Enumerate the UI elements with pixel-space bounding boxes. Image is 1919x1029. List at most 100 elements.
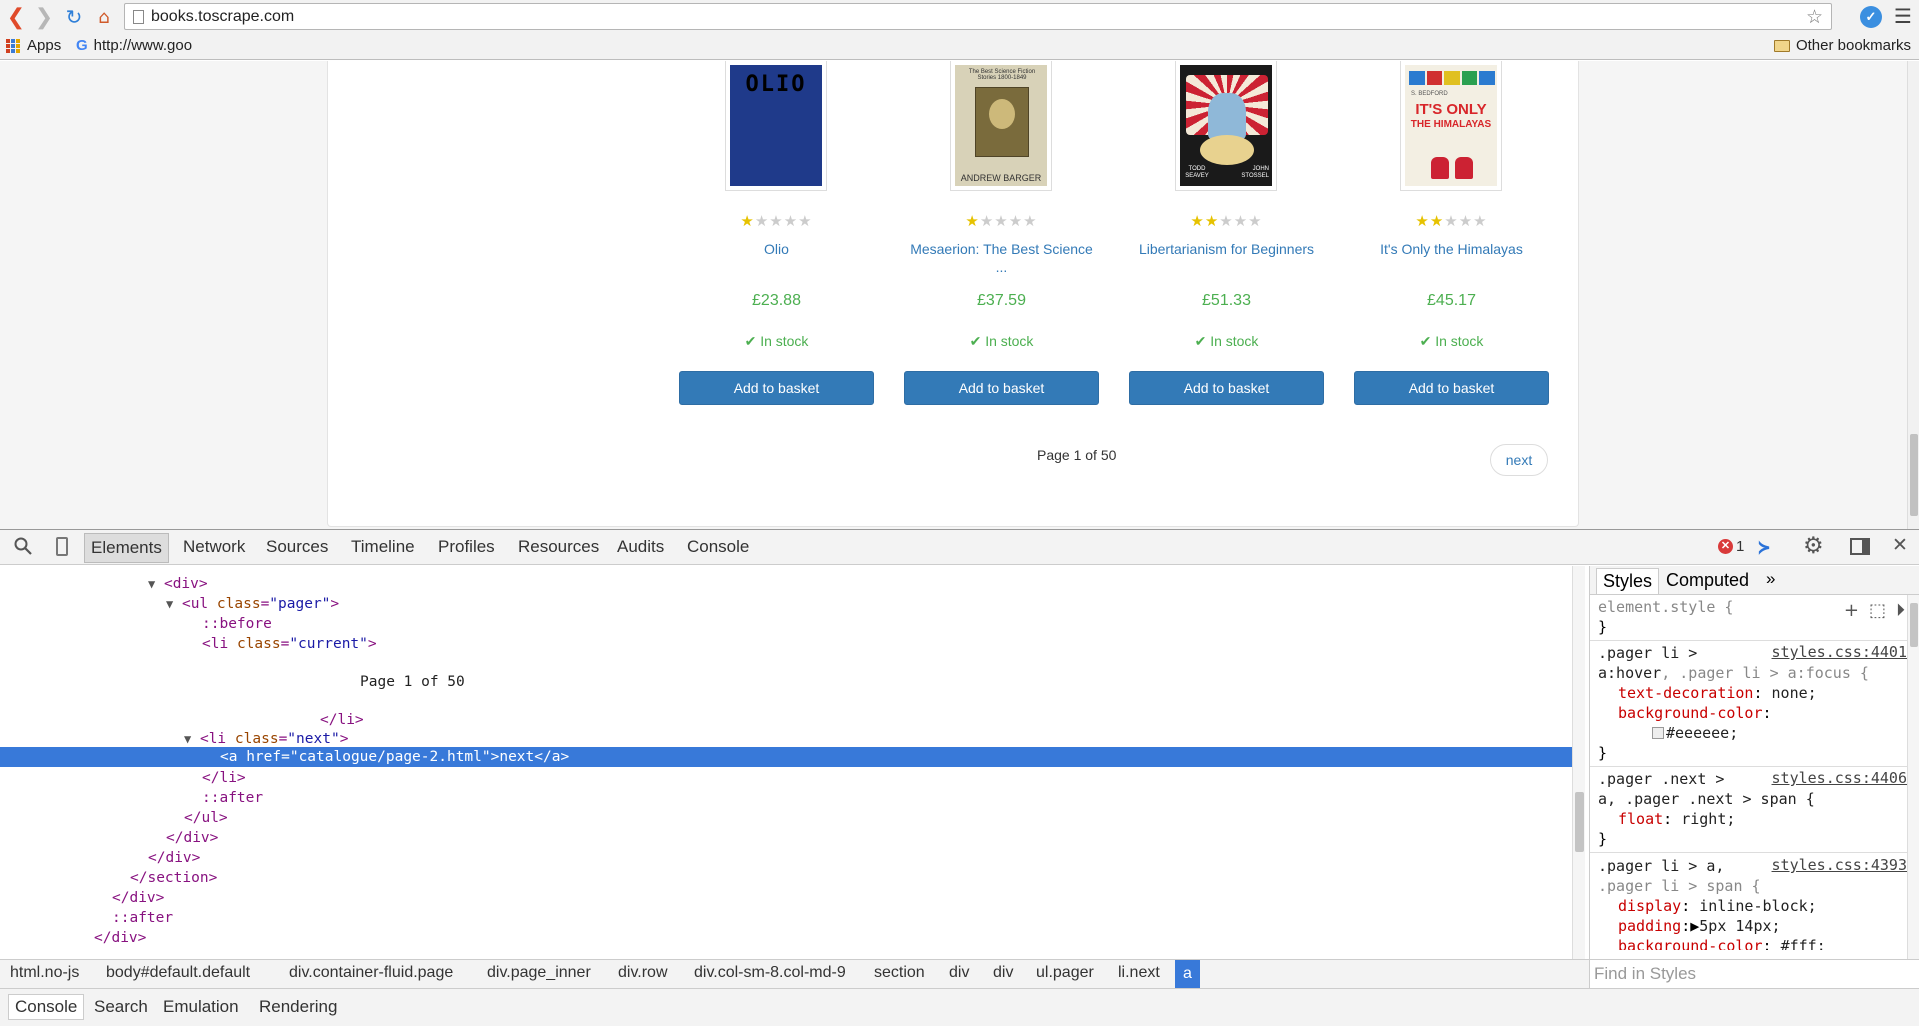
style-rule-selector[interactable]: .pager .next > <box>1598 769 1724 789</box>
style-rule-selector[interactable]: .pager li > span { <box>1598 876 1761 896</box>
style-rule-selector[interactable]: a, .pager .next > span { <box>1598 789 1815 809</box>
tab-profiles[interactable]: Profiles <box>438 537 495 557</box>
error-counter[interactable]: ✕ 1 <box>1718 538 1744 555</box>
dock-side-icon[interactable] <box>1850 538 1870 555</box>
home-button[interactable]: ⌂ <box>92 4 116 30</box>
book-title-link[interactable]: It's Only the Himalayas <box>1354 240 1549 258</box>
pager-next-button[interactable]: next <box>1490 444 1548 476</box>
other-bookmarks[interactable]: Other bookmarks <box>1773 37 1911 54</box>
address-bar[interactable]: books.toscrape.com ☆ <box>124 3 1832 30</box>
breadcrumb-item[interactable]: ul.pager <box>1036 964 1094 982</box>
dom-node[interactable]: </li> <box>320 710 364 730</box>
dom-text-node[interactable]: Page 1 of 50 <box>360 672 465 692</box>
bookmark-star-icon[interactable]: ☆ <box>1806 6 1823 28</box>
forward-button[interactable]: ❯ <box>32 4 56 30</box>
breadcrumb-item-selected[interactable]: a <box>1175 960 1200 988</box>
breadcrumb-item[interactable]: body#default.default <box>106 964 250 982</box>
back-button[interactable]: ❮ <box>4 4 28 30</box>
style-declaration[interactable]: float: right; <box>1618 809 1735 829</box>
check-icon: ✔ <box>1194 333 1211 349</box>
tab-styles[interactable]: Styles <box>1596 568 1660 594</box>
styles-scrollbar[interactable] <box>1907 595 1919 990</box>
tab-console[interactable]: Console <box>687 537 749 557</box>
tab-computed[interactable]: Computed <box>1666 570 1749 591</box>
error-count: 1 <box>1736 538 1745 555</box>
book-cover[interactable]: OLIO <box>725 61 827 191</box>
close-icon[interactable]: ✕ <box>1892 534 1908 556</box>
breadcrumb-item[interactable]: div.row <box>618 964 668 982</box>
book-title-link[interactable]: Mesaerion: The Best Science... <box>904 240 1099 276</box>
style-rule-selector[interactable]: .pager li > <box>1598 643 1697 663</box>
style-rule-selector[interactable]: element.style { <box>1598 597 1733 617</box>
book-title-link[interactable]: Olio <box>679 240 874 258</box>
breadcrumb-item[interactable]: div <box>993 964 1013 982</box>
tab-resources[interactable]: Resources <box>518 537 599 557</box>
google-bookmark[interactable]: G http://www.goo <box>76 37 216 54</box>
tab-timeline[interactable]: Timeline <box>351 537 415 557</box>
element-state-icon[interactable]: ⬚ <box>1869 600 1886 621</box>
menu-icon[interactable]: ☰ <box>1894 4 1912 28</box>
styles-scroll-thumb[interactable] <box>1910 603 1918 647</box>
breadcrumb-item[interactable]: li.next <box>1118 964 1160 982</box>
url-text[interactable]: books.toscrape.com <box>151 8 294 26</box>
breadcrumb-item[interactable]: div.container-fluid.page <box>289 964 453 982</box>
style-declaration[interactable]: padding:▶5px 14px; <box>1618 916 1781 936</box>
inspect-search-icon[interactable] <box>14 537 32 555</box>
tab-network[interactable]: Network <box>183 537 245 557</box>
stylesheet-link[interactable]: styles.css:4401 <box>1772 643 1907 661</box>
dom-pseudo[interactable]: ::before <box>202 614 272 634</box>
book-price: £23.88 <box>752 292 801 309</box>
find-in-styles-input[interactable]: Find in Styles <box>1589 959 1919 988</box>
animations-icon[interactable]: ⏵ <box>1896 600 1905 621</box>
add-rule-icon[interactable]: + <box>1844 600 1859 621</box>
page-scroll-thumb[interactable] <box>1910 434 1918 516</box>
style-declaration[interactable]: background-color: #fff; <box>1618 936 1826 950</box>
breadcrumb-item[interactable]: section <box>874 964 925 982</box>
style-rule-selector[interactable]: a:hover, .pager li > a:focus { <box>1598 663 1869 683</box>
tab-sources[interactable]: Sources <box>266 537 328 557</box>
book-title-link[interactable]: Libertarianism for Beginners <box>1129 240 1324 258</box>
dom-node[interactable]: ▼ <ul class="pager"> <box>166 594 339 614</box>
breadcrumb-item[interactable]: div.page_inner <box>487 964 591 982</box>
reload-button[interactable]: ↻ <box>62 4 86 30</box>
dom-node[interactable]: <li class="current"> <box>202 634 377 654</box>
dom-node[interactable]: ▼ <div> <box>148 574 208 594</box>
drawer-tab-emulation[interactable]: Emulation <box>163 997 239 1017</box>
breadcrumb-item[interactable]: div <box>949 964 969 982</box>
show-console-icon[interactable]: ≻ <box>1758 535 1770 559</box>
add-to-basket-button[interactable]: Add to basket <box>904 371 1099 405</box>
dom-scroll-thumb[interactable] <box>1575 792 1584 852</box>
stylesheet-link[interactable]: styles.css:4406 <box>1772 769 1907 787</box>
book-cover[interactable]: S. BEDFORD IT'S ONLY THE HIMALAYAS <box>1400 61 1502 191</box>
book-cover[interactable]: TODD SEAVEY JOHN STOSSEL <box>1175 61 1277 191</box>
style-rule-brace: } <box>1598 618 1608 636</box>
more-tabs-icon[interactable]: » <box>1766 569 1775 589</box>
dom-scrollbar[interactable] <box>1572 566 1585 990</box>
dom-selected-row[interactable]: <a href="catalogue/page-2.html">next</a> <box>0 747 1572 767</box>
tab-audits[interactable]: Audits <box>617 537 664 557</box>
drawer-tab-rendering[interactable]: Rendering <box>259 997 337 1017</box>
stylesheet-link[interactable]: styles.css:4393 <box>1772 856 1907 874</box>
add-to-basket-button[interactable]: Add to basket <box>1129 371 1324 405</box>
settings-gear-icon[interactable]: ⚙ <box>1803 533 1824 559</box>
apps-bookmark[interactable]: Apps <box>6 37 61 54</box>
extension-icon[interactable]: ✓ <box>1860 6 1882 28</box>
page-scrollbar[interactable] <box>1907 61 1919 529</box>
style-value[interactable]: #eeeeee; <box>1652 723 1738 743</box>
dom-node[interactable]: ▼ <li class="next"> <box>184 729 348 749</box>
drawer-tab-search[interactable]: Search <box>94 997 148 1017</box>
breadcrumb-item[interactable]: html.no-js <box>10 964 79 982</box>
breadcrumb-item[interactable]: div.col-sm-8.col-md-9 <box>694 964 846 982</box>
style-declaration[interactable]: text-decoration: none; <box>1618 683 1817 703</box>
style-declaration[interactable]: background-color: <box>1618 703 1772 723</box>
expand-triangle-icon[interactable]: ▶ <box>1690 917 1699 935</box>
color-swatch[interactable] <box>1652 727 1664 739</box>
add-to-basket-button[interactable]: Add to basket <box>679 371 874 405</box>
tab-elements[interactable]: Elements <box>84 533 169 563</box>
book-cover[interactable]: The Best Science Fiction Stories 1800-18… <box>950 61 1052 191</box>
style-declaration[interactable]: display: inline-block; <box>1618 896 1817 916</box>
style-rule-selector[interactable]: .pager li > a, <box>1598 856 1724 876</box>
add-to-basket-button[interactable]: Add to basket <box>1354 371 1549 405</box>
drawer-tab-console[interactable]: Console <box>8 994 85 1020</box>
device-mode-icon[interactable] <box>56 537 68 556</box>
